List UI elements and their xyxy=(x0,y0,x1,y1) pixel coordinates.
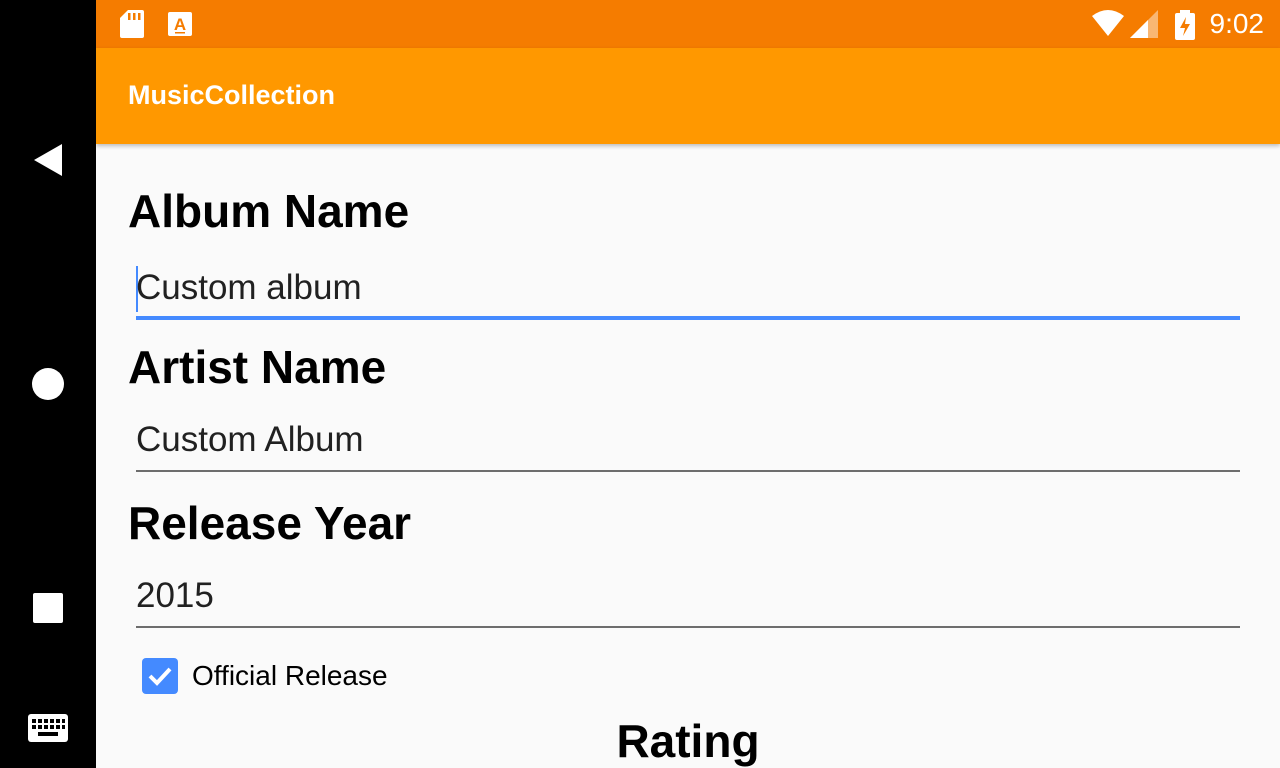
release-year-field[interactable] xyxy=(136,570,1240,628)
official-release-row[interactable]: Official Release xyxy=(142,658,388,694)
album-name-field[interactable] xyxy=(136,262,1240,320)
official-release-label: Official Release xyxy=(192,660,388,691)
artist-name-field[interactable] xyxy=(136,414,1240,472)
sd-card-icon xyxy=(120,10,144,38)
navigation-bar xyxy=(0,0,96,768)
app-bar: MusicCollection xyxy=(96,48,1280,144)
artist-name-label: Artist Name xyxy=(128,341,387,393)
wifi-icon xyxy=(1092,10,1124,36)
status-time: 9:02 xyxy=(1209,8,1265,39)
recents-icon xyxy=(33,593,63,623)
app-title: MusicCollection xyxy=(128,80,336,110)
battery-charging-icon xyxy=(1175,10,1195,40)
album-name-input[interactable] xyxy=(136,268,1240,308)
back-icon xyxy=(34,144,62,176)
release-year-label: Release Year xyxy=(128,497,412,549)
release-year-input[interactable] xyxy=(136,576,1240,616)
album-name-label: Album Name xyxy=(128,185,410,237)
svg-text:A: A xyxy=(174,15,186,34)
font-a-icon: A xyxy=(168,12,192,36)
status-bar: A 9:02 xyxy=(96,0,1280,48)
rating-heading: Rating xyxy=(616,715,760,767)
back-button[interactable] xyxy=(0,136,96,184)
home-button[interactable] xyxy=(0,360,96,408)
official-release-checkbox[interactable] xyxy=(142,658,178,694)
signal-icon xyxy=(1130,10,1158,38)
recents-button[interactable] xyxy=(0,584,96,632)
checkmark-icon xyxy=(148,667,172,686)
home-icon xyxy=(32,368,64,400)
artist-name-input[interactable] xyxy=(136,420,1240,460)
